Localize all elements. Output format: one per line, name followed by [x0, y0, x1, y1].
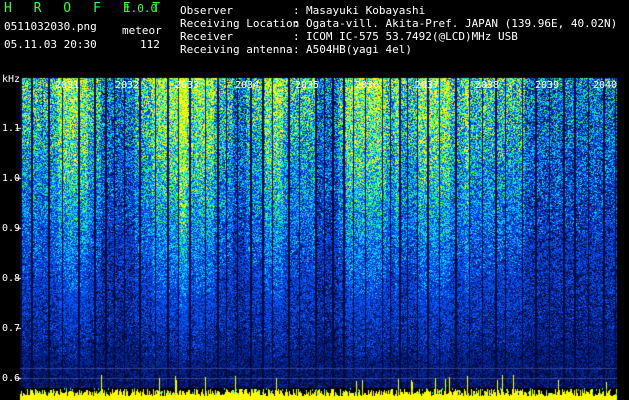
info-key-observer: Observer — [180, 4, 233, 17]
y-tick-label: 0.6 — [2, 373, 21, 384]
time-label: 2031 — [55, 80, 80, 91]
info-value-observer: Masayuki Kobayashi — [306, 4, 426, 17]
time-label: 2037 — [415, 80, 440, 91]
time-label: 2033 — [175, 80, 200, 91]
y-tick-label: 0.7 — [2, 323, 21, 334]
y-tick-label: 0.8 — [2, 273, 21, 284]
info-separator: : — [293, 4, 300, 17]
y-tick-label: 1.0 — [2, 173, 21, 184]
time-label: 2036 — [355, 80, 380, 91]
time-label: 2038 — [475, 80, 500, 91]
y-axis-unit: kHz — [2, 74, 21, 85]
info-key-location: Receiving Location — [180, 17, 300, 30]
meteor-count: 112 — [140, 38, 160, 51]
time-label: 2039 — [535, 80, 560, 91]
file-datetime: 05.11.03 20:30 — [4, 38, 97, 51]
info-separator: : — [293, 43, 300, 56]
app-version: 1.0.0 — [124, 2, 158, 15]
time-label: 2040 — [593, 80, 618, 91]
info-value-location: Ogata-vill. Akita-Pref. JAPAN (139.96E, … — [306, 17, 618, 30]
y-tick-label: 1.1 — [2, 123, 21, 134]
y-tick-label: 0.9 — [2, 223, 21, 234]
info-key-antenna: Receiving antenna — [180, 43, 293, 56]
info-separator: : — [293, 30, 300, 43]
time-label: 2032 — [115, 80, 140, 91]
info-value-receiver: ICOM IC-575 53.7492(@LCD)MHz USB — [306, 30, 518, 43]
meteor-label: meteor — [122, 24, 162, 37]
time-label: 2035 — [295, 80, 320, 91]
info-value-antenna: A504HB(yagi 4el) — [306, 43, 412, 56]
spectrogram-canvas — [0, 0, 629, 400]
info-separator: : — [293, 17, 300, 30]
time-label: 2034 — [235, 80, 260, 91]
file-name: 0511032030.png — [4, 20, 97, 33]
info-key-receiver: Receiver — [180, 30, 233, 43]
